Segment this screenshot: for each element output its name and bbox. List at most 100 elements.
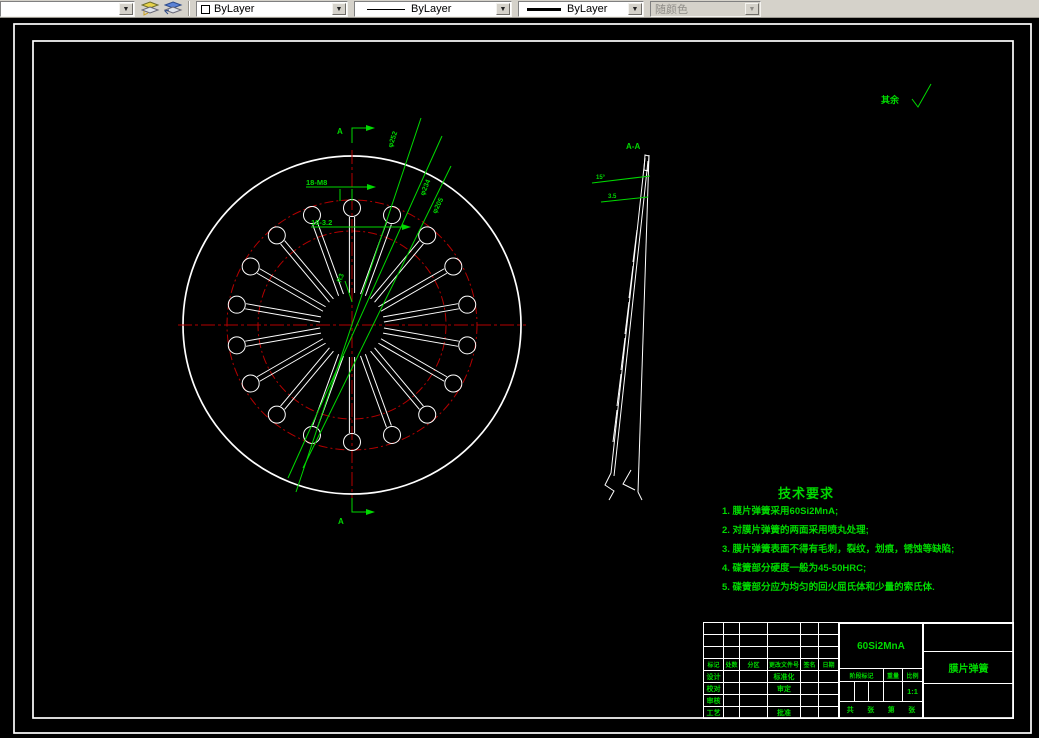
- sheet-label: 共: [846, 707, 854, 714]
- front-view-dimensions: φ252 φ234 φ205 R3 18-M8 18-3.2 A A: [287, 117, 452, 526]
- title-block-label-cell: 日期: [819, 659, 839, 671]
- finger-slot-edge: [383, 308, 459, 323]
- title-block-label-cell: 工艺: [704, 707, 724, 719]
- title-block-empty-cell: [801, 671, 819, 683]
- section-arrow-label-top: A: [337, 127, 343, 136]
- title-block-empty-cell: [801, 695, 819, 707]
- title-block-empty-cell: [724, 647, 740, 659]
- sheet-label: 张: [867, 707, 875, 714]
- title-block-empty-cell: [768, 635, 801, 647]
- lineweight-sample-icon: [527, 7, 561, 11]
- finger-slot-edge: [280, 347, 330, 407]
- title-block-empty-cell: [819, 671, 839, 683]
- rivet-hole: [444, 374, 463, 393]
- stage-mark-cell: [854, 681, 869, 702]
- finger-slot-edge: [370, 240, 420, 300]
- title-block: 标记 处数 分区 更改文件号 签名 日期 设计 标准化 校对 审定 审核 工艺 批准 60Si2MnA …: [703, 622, 1014, 719]
- section-dim-label: 3.5: [608, 194, 617, 200]
- title-block-empty-cell: [768, 695, 801, 707]
- front-view: [178, 150, 526, 505]
- rivet-hole: [383, 425, 402, 444]
- sheet-label: 第: [887, 707, 895, 714]
- material-cell: 60Si2MnA: [839, 623, 923, 669]
- rivet-hole: [227, 295, 246, 314]
- hole-thread-label: 18-M8: [306, 178, 327, 187]
- section-dim-label: 15°: [596, 175, 606, 181]
- title-block-empty-cell: [724, 707, 740, 719]
- linetype-combo[interactable]: ByLayer ▼: [354, 1, 512, 17]
- scale-header: 比例: [902, 668, 923, 682]
- rivet-hole: [267, 226, 286, 245]
- make-object-layer-current-button[interactable]: [140, 0, 161, 17]
- color-combo-value: ByLayer: [214, 3, 255, 15]
- section-view: A-A 15° 3.5: [591, 142, 651, 501]
- scale-value-cell: 1:1: [902, 681, 923, 702]
- sheet-count-row: 共 张 第 张: [839, 701, 923, 719]
- toolbar-separator: [188, 1, 190, 16]
- finger-slot-edge: [246, 303, 322, 318]
- color-combo-dropdown-icon[interactable]: ▼: [332, 3, 346, 15]
- rivet-hole: [267, 405, 286, 424]
- title-block-label-cell: 标准化: [768, 671, 801, 683]
- radius-label: R3: [336, 273, 346, 284]
- finger-slot-edge: [259, 268, 326, 308]
- title-block-label-cell: 批准: [768, 707, 801, 719]
- rivet-hole: [458, 336, 477, 355]
- layer-combo-dropdown-icon[interactable]: ▼: [119, 3, 133, 15]
- title-block-label-cell: 更改文件号: [768, 659, 801, 671]
- plotstyle-combo: 随颜色 ▼: [650, 1, 761, 17]
- title-block-empty-cell: [801, 707, 819, 719]
- title-block-label-cell: 审定: [768, 683, 801, 695]
- rivet-hole: [418, 405, 437, 424]
- title-block-empty-cell: [819, 707, 839, 719]
- weight-header: 重量: [883, 668, 903, 682]
- title-block-empty-cell: [801, 647, 819, 659]
- title-block-empty-cell: [801, 623, 819, 635]
- finger-slot-edge: [380, 338, 448, 378]
- title-block-empty-cell: [740, 623, 768, 635]
- finger-slot-edge: [246, 332, 322, 347]
- weight-value-cell: [883, 681, 903, 702]
- finger-slot-edge: [382, 332, 458, 347]
- tech-requirements-title: 技术要求: [778, 486, 835, 501]
- tech-requirement-item: 3. 膜片弹簧表面不得有毛刺，裂纹，划痕，锈蚀等缺陷;: [722, 544, 955, 555]
- layer-combo[interactable]: ▼: [0, 1, 135, 17]
- section-view-label: A-A: [626, 142, 640, 151]
- lineweight-combo-dropdown-icon[interactable]: ▼: [628, 3, 642, 15]
- linetype-combo-dropdown-icon[interactable]: ▼: [496, 3, 510, 15]
- title-block-empty-cell: [740, 683, 768, 695]
- title-block-empty-cell: [768, 647, 801, 659]
- title-block-label-cell: 校对: [704, 683, 724, 695]
- technical-requirements: 技术要求 1. 膜片弹簧采用60Si2MnA; 2. 对膜片弹簧的两面采用喷丸处…: [722, 483, 972, 597]
- finger-slot-edge: [259, 342, 326, 382]
- slot-width-label: 18-3.2: [311, 218, 332, 227]
- color-swatch-icon: [201, 4, 210, 14]
- layer-previous-button[interactable]: [163, 0, 184, 17]
- rivet-hole: [444, 257, 463, 276]
- properties-toolbar: ▼ ByLayer ▼ ByLayer ▼ ByLayer ▼ 随颜色 ▼: [0, 0, 1039, 18]
- rivet-hole: [418, 226, 437, 245]
- finger-slot-edge: [378, 342, 445, 382]
- part-name-cell: 膜片弹簧: [923, 651, 1014, 684]
- finger-slot-edge: [374, 347, 424, 407]
- stage-mark-header: 阶段标记: [839, 668, 884, 682]
- stage-mark-cell: [868, 681, 884, 702]
- rivet-hole: [241, 374, 260, 393]
- title-block-empty-cell: [724, 635, 740, 647]
- title-block-empty-cell: [740, 647, 768, 659]
- finger-slot-edge: [383, 327, 459, 342]
- tech-requirement-item: 2. 对膜片弹簧的两面采用喷丸处理;: [722, 525, 869, 536]
- title-block-empty-cell: [819, 623, 839, 635]
- title-block-empty-cell: [819, 683, 839, 695]
- plotstyle-combo-dropdown-icon: ▼: [745, 3, 759, 15]
- title-block-empty-cell: [801, 635, 819, 647]
- finger-slot-edge: [256, 272, 324, 312]
- color-combo[interactable]: ByLayer ▼: [196, 1, 348, 17]
- tech-requirement-item: 4. 碟簧部分硬度一般为45-50HRC;: [722, 563, 867, 574]
- title-block-empty-cell: [724, 683, 740, 695]
- lineweight-combo[interactable]: ByLayer ▼: [518, 1, 644, 17]
- title-block-revision-table: 标记 处数 分区 更改文件号 签名 日期 设计 标准化 校对 审定 审核 工艺 批准: [704, 623, 839, 719]
- rivet-hole: [227, 336, 246, 355]
- title-block-empty-cell: [819, 695, 839, 707]
- title-block-empty-cell: [704, 647, 724, 659]
